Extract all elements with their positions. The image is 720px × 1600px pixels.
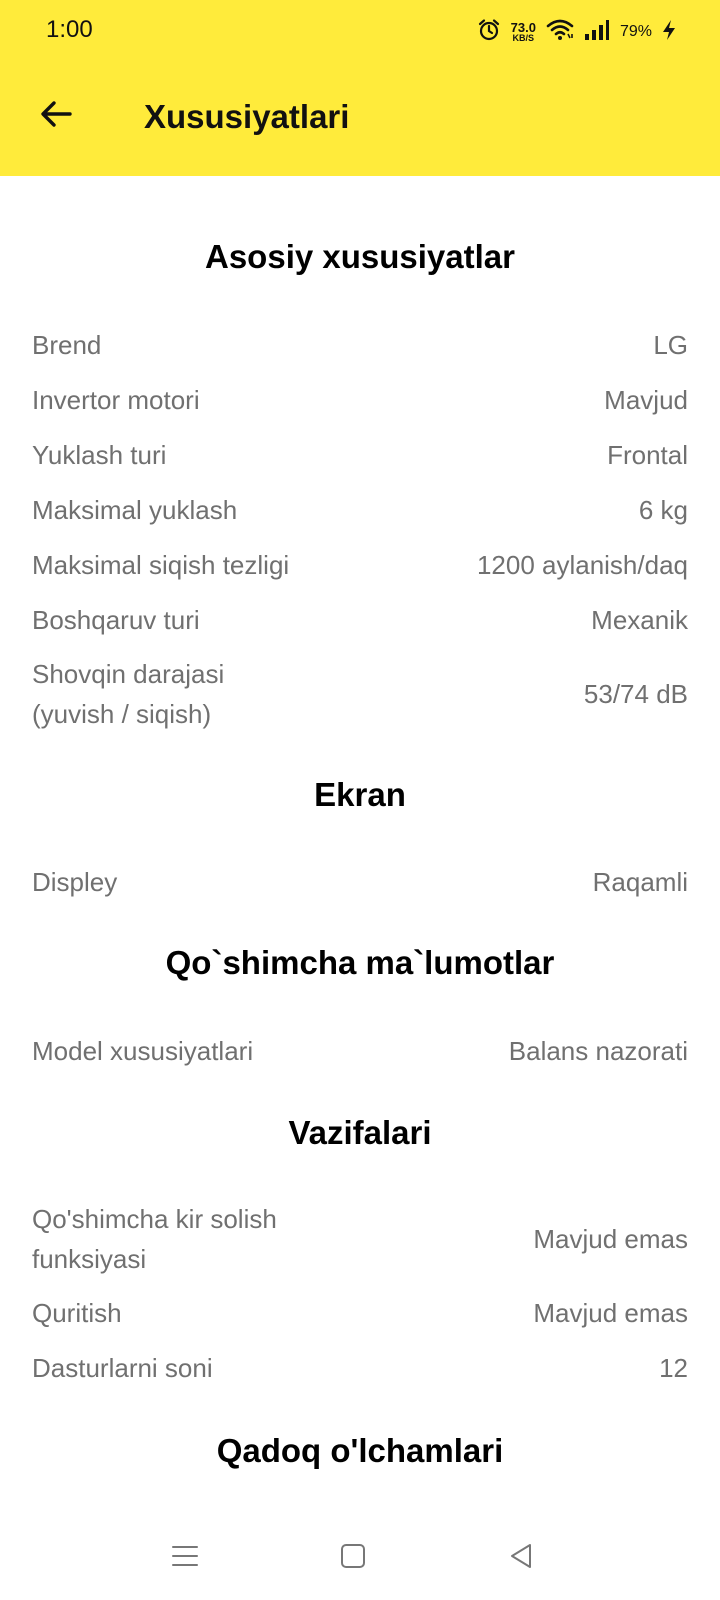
section-title-functions: Vazifalari	[288, 1114, 432, 1151]
spec-label: Boshqaruv turi	[32, 605, 200, 635]
spec-value: LG	[653, 330, 688, 360]
spec-label: Maksimal yuklash	[32, 495, 238, 525]
signal-icon	[584, 19, 610, 46]
spec-row-max-load: Maksimal yuklash 6 kg	[32, 490, 688, 530]
menu-icon	[171, 1542, 199, 1575]
spec-label: Qo'shimcha kir solish funksiyasi	[32, 1204, 277, 1274]
charging-icon	[662, 19, 676, 46]
spec-row-load-type: Yuklash turi Frontal	[32, 435, 688, 475]
wifi-icon	[546, 18, 574, 47]
spec-row-model-features: Model xususiyatlari Balans nazorati	[32, 1031, 688, 1071]
nav-menu-button[interactable]	[163, 1536, 207, 1580]
spec-row-spin-speed: Maksimal siqish tezligi 1200 aylanish/da…	[32, 545, 688, 585]
specs-content[interactable]: Asosiy xususiyatlar Brend LG Invertor mo…	[0, 176, 720, 1516]
network-speed: 73.0 KB/S	[511, 21, 536, 43]
network-speed-unit: KB/S	[512, 33, 535, 43]
spec-row-noise-level: Shovqin darajasi (yuvish / siqish) 53/74…	[32, 654, 688, 734]
spec-row-add-laundry: Qo'shimcha kir solish funksiyasi Mavjud …	[32, 1199, 688, 1279]
spec-value: 12	[659, 1353, 688, 1383]
alarm-icon	[477, 18, 501, 47]
arrow-left-icon	[38, 96, 74, 137]
spec-label: Shovqin darajasi (yuvish / siqish)	[32, 659, 225, 729]
spec-value: Mavjud	[604, 385, 688, 415]
back-triangle-icon	[508, 1542, 536, 1575]
spec-label: Dasturlarni soni	[32, 1353, 213, 1383]
spec-value: Balans nazorati	[508, 1036, 688, 1066]
spec-label: Yuklash turi	[32, 440, 167, 470]
spec-label: Maksimal siqish tezligi	[32, 550, 290, 580]
spec-label: Displey	[32, 867, 118, 897]
home-icon	[340, 1543, 366, 1574]
section-title-additional-info: Qo`shimcha ma`lumotlar	[165, 944, 555, 981]
status-time: 1:00	[46, 16, 93, 43]
spec-value: 53/74 dB	[583, 679, 688, 709]
battery-level: 79%	[619, 23, 652, 40]
spec-value: Frontal	[607, 440, 688, 470]
spec-row-inverter: Invertor motori Mavjud	[32, 380, 688, 420]
spec-row-programs-count: Dasturlarni soni 12	[32, 1348, 688, 1388]
nav-back-button[interactable]	[500, 1536, 544, 1580]
system-nav-bar	[0, 1516, 720, 1600]
status-bar: 1:00 73.0 KB/S 79%	[0, 0, 720, 64]
spec-value: Raqamli	[592, 867, 688, 897]
spec-row-drying: Quritish Mavjud emas	[32, 1293, 688, 1333]
spec-value: Mavjud emas	[533, 1224, 688, 1254]
page-title: Xususiyatlari	[144, 98, 350, 135]
status-icons: 73.0 KB/S 79%	[477, 18, 676, 46]
spec-value: 1200 aylanish/daq	[476, 550, 688, 580]
spec-label: Model xususiyatlari	[32, 1036, 254, 1066]
section-title-main: Asosiy xususiyatlar	[205, 238, 515, 275]
section-title-screen: Ekran	[314, 776, 406, 813]
app-bar: Xususiyatlari	[0, 80, 720, 160]
spec-label: Invertor motori	[32, 385, 200, 415]
app-header: 1:00 73.0 KB/S 79% Xususiyatlari	[0, 0, 720, 176]
spec-value: Mavjud emas	[533, 1298, 688, 1328]
spec-row-brand: Brend LG	[32, 325, 688, 365]
spec-label: Brend	[32, 330, 102, 360]
spec-label: Quritish	[32, 1298, 122, 1328]
section-title-package-dimensions: Qadoq o'lchamlari	[216, 1432, 504, 1469]
back-button[interactable]	[30, 90, 82, 142]
spec-row-control-type: Boshqaruv turi Mexanik	[32, 600, 688, 640]
spec-row-display: Displey Raqamli	[32, 862, 688, 902]
spec-value: Mexanik	[591, 605, 688, 635]
spec-value: 6 kg	[638, 495, 688, 525]
nav-home-button[interactable]	[331, 1536, 375, 1580]
